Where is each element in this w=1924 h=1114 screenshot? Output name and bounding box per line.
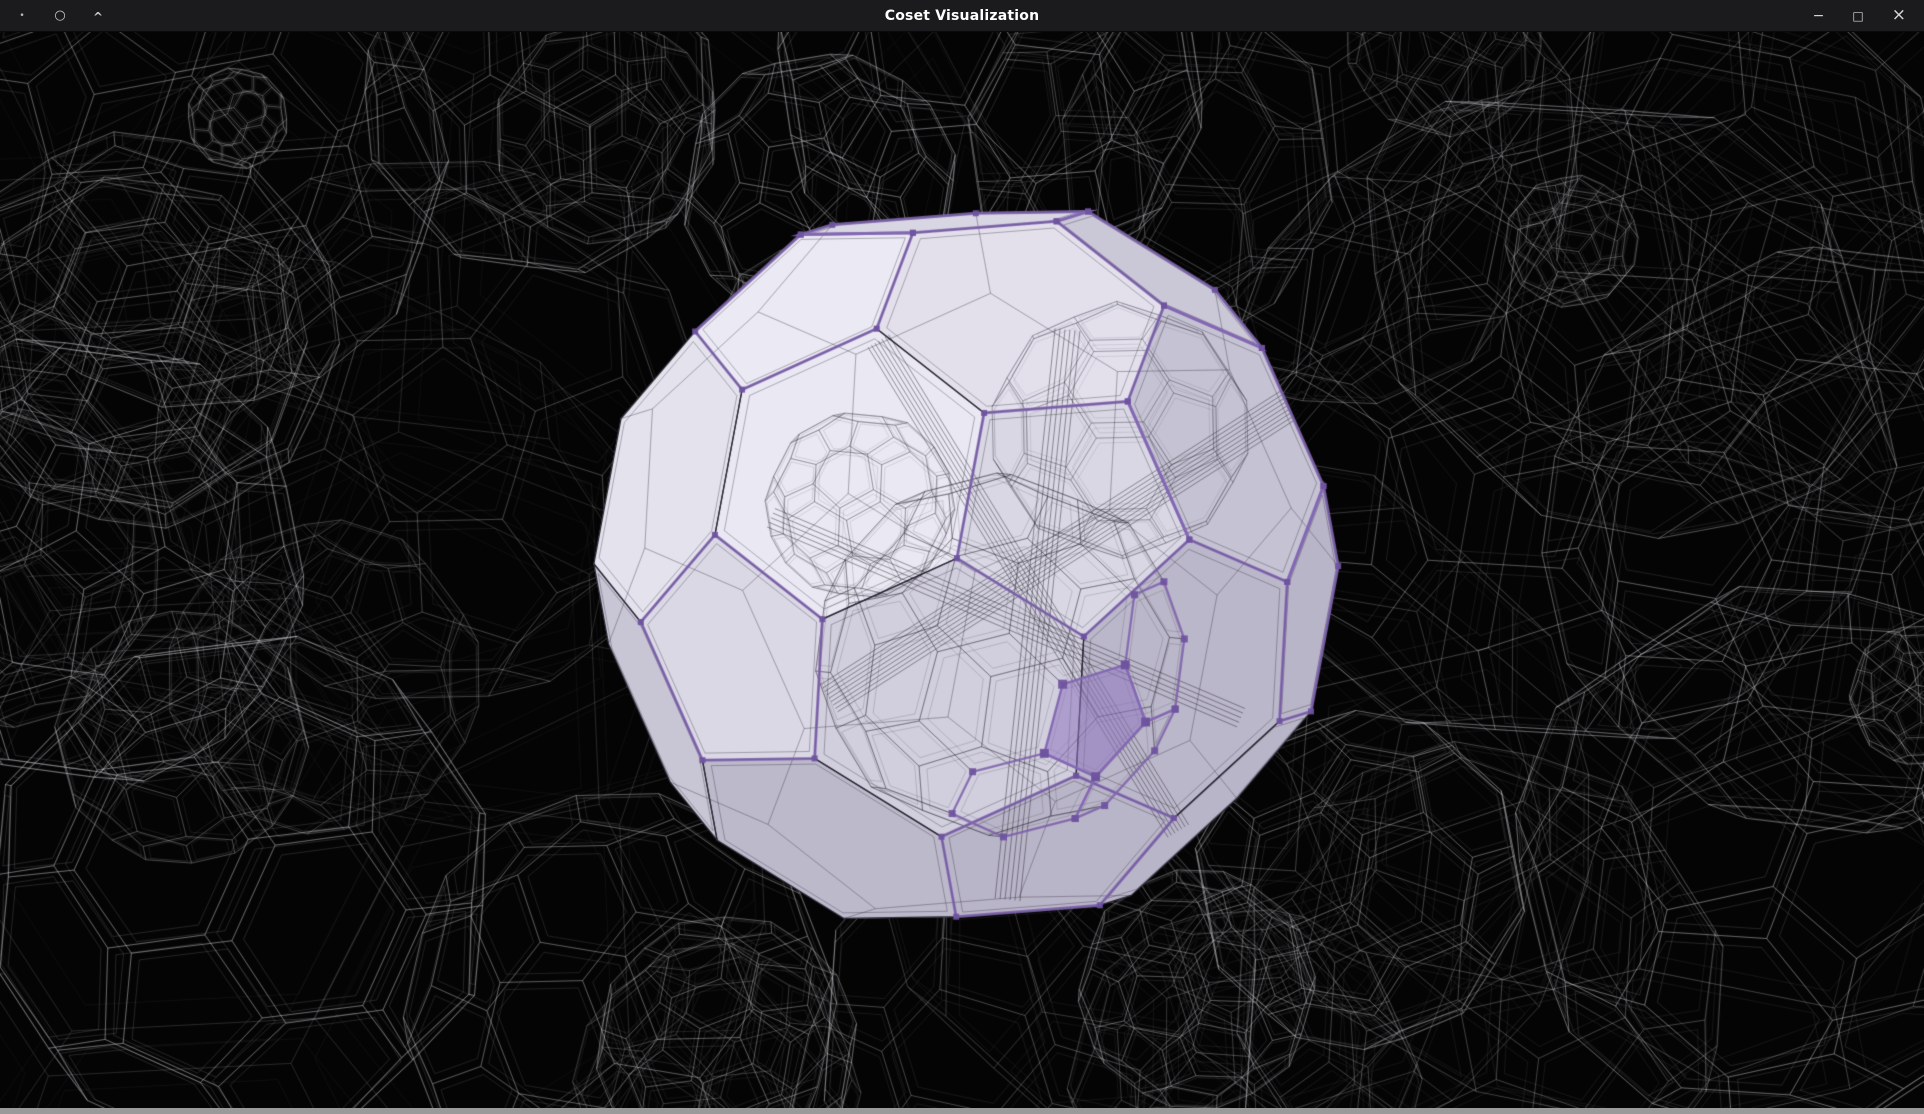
maximize-button[interactable]: □ — [1852, 10, 1863, 22]
close-button[interactable]: × — [1892, 7, 1906, 24]
window-title: Coset Visualization — [885, 8, 1040, 24]
app-window: • ○ ^ Coset Visualization − □ × — [0, 0, 1924, 1114]
dot-icon: • — [14, 11, 30, 21]
titlebar: • ○ ^ Coset Visualization − □ × — [0, 0, 1924, 32]
window-bottom-edge — [0, 1108, 1924, 1114]
visualization-canvas[interactable] — [0, 32, 1924, 1108]
minimize-button[interactable]: − — [1813, 9, 1825, 23]
titlebar-left-toolbar: • ○ ^ — [0, 8, 106, 23]
circle-icon[interactable]: ○ — [52, 8, 68, 23]
chevron-up-icon[interactable]: ^ — [90, 10, 106, 24]
window-controls: − □ × — [1813, 7, 1924, 24]
